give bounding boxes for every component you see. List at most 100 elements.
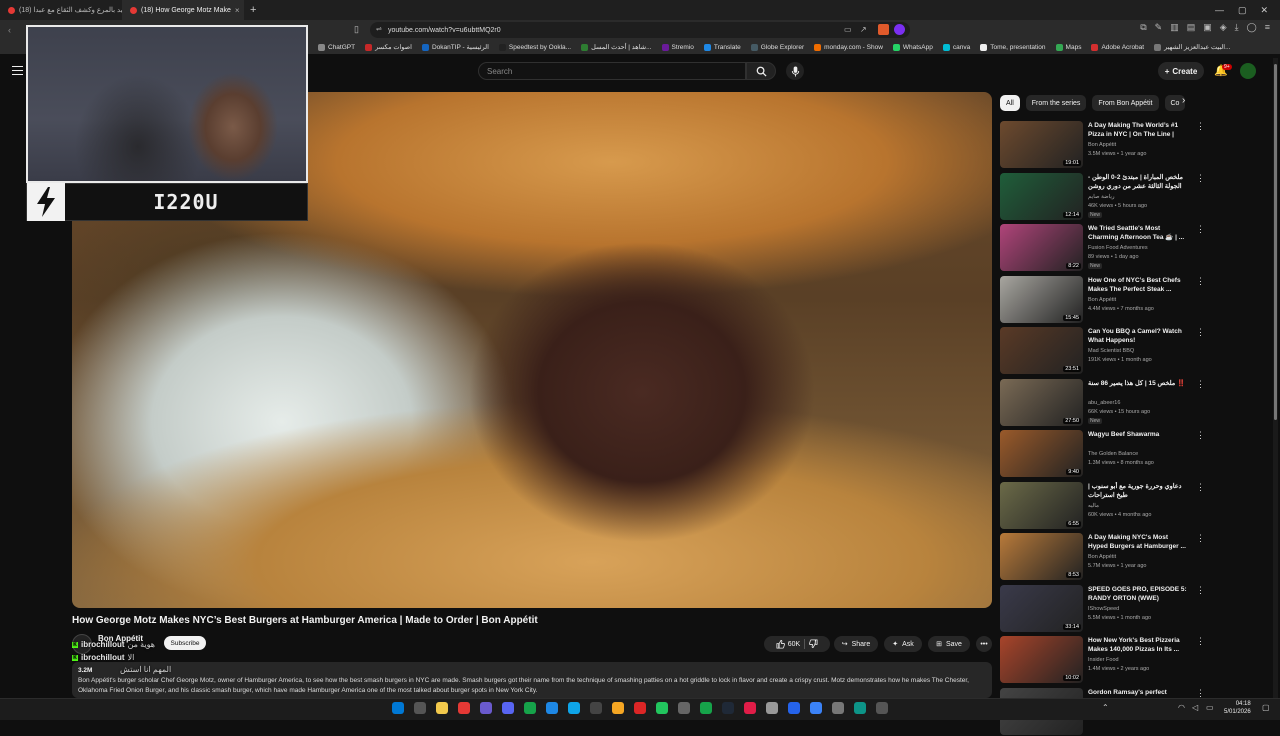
- browser-tab[interactable]: (18) حنيد بالمرع وكشف الثقاع مع عبدا...×: [0, 0, 122, 20]
- recommendation-channel[interactable]: abu_abeer16: [1088, 400, 1120, 406]
- video-description[interactable]: 3.2M Bon Appétit's burger scholar Chef G…: [72, 662, 992, 698]
- app-icon[interactable]: [722, 702, 734, 714]
- video-thumbnail[interactable]: 19:01: [1000, 121, 1083, 168]
- chip-from-series[interactable]: From the series: [1025, 95, 1087, 111]
- recommendation-title[interactable]: ملخص 15 | كل هذا يصير 86 سنة ‼️: [1088, 379, 1188, 388]
- more-actions-button[interactable]: •••: [976, 636, 992, 652]
- more-vertical-icon[interactable]: ⋮: [1196, 327, 1205, 338]
- search-button[interactable]: [746, 62, 776, 80]
- recommendation-channel[interactable]: ماليه: [1088, 503, 1099, 509]
- recommendation-channel[interactable]: The Golden Balance: [1088, 451, 1138, 457]
- more-vertical-icon[interactable]: ⋮: [1196, 430, 1205, 441]
- recommendation-item[interactable]: 9:40 Wagyu Beef Shawarma The Golden Balanc…: [1000, 430, 1205, 478]
- recommendation-item[interactable]: 15:45 How One of NYC’s Best Chefs Makes T…: [1000, 275, 1205, 324]
- app-icon[interactable]: [766, 702, 778, 714]
- bookmark-item[interactable]: شاهد | أحدث المسل...: [581, 43, 652, 51]
- recommendation-title[interactable]: A Day Making NYC's Most Hyped Burgers at…: [1088, 533, 1188, 551]
- video-thumbnail[interactable]: 12:14: [1000, 172, 1083, 220]
- app-icon[interactable]: [524, 702, 536, 714]
- menu-icon[interactable]: ≡: [1265, 22, 1270, 33]
- leo-icon[interactable]: ◈: [1220, 22, 1227, 33]
- recommendation-item[interactable]: 19:01 A Day Making The World’s #1 Pizza i…: [1000, 121, 1205, 169]
- recommendation-title[interactable]: How One of NYC’s Best Chefs Makes The Pe…: [1088, 276, 1188, 294]
- bookmark-icon[interactable]: ▯: [354, 24, 359, 35]
- create-button[interactable]: + Create: [1158, 62, 1204, 80]
- more-vertical-icon[interactable]: ⋮: [1196, 533, 1205, 544]
- more-vertical-icon[interactable]: ⋮: [1196, 636, 1205, 647]
- ask-button[interactable]: ✦ Ask: [884, 636, 922, 652]
- video-thumbnail[interactable]: 27:50: [1000, 378, 1083, 426]
- bookmark-item[interactable]: Maps: [1055, 43, 1081, 51]
- voice-search-button[interactable]: [786, 62, 804, 80]
- guide-menu-icon[interactable]: [12, 66, 23, 75]
- more-vertical-icon[interactable]: ⋮: [1196, 585, 1205, 596]
- recommendation-title[interactable]: A Day Making The World’s #1 Pizza in NYC…: [1088, 121, 1188, 140]
- video-thumbnail[interactable]: 33:14: [1000, 584, 1083, 632]
- video-thumbnail[interactable]: 15:45: [1000, 275, 1083, 323]
- close-tab-icon[interactable]: ×: [235, 6, 240, 15]
- tab-search-icon[interactable]: ▤: [1187, 22, 1196, 33]
- chrome-icon[interactable]: [744, 702, 756, 714]
- video-thumbnail[interactable]: 10:02: [1000, 636, 1083, 683]
- brave-rewards-icon[interactable]: [894, 24, 905, 35]
- address-bar[interactable]: youtube.com/watch?v=u6ubttMQ2r0: [370, 22, 910, 38]
- recommendation-channel[interactable]: Bon Appétit: [1088, 297, 1116, 303]
- share-page-icon[interactable]: ↗: [860, 25, 867, 34]
- taskbar-clock[interactable]: 04:18 5/01/2026: [1224, 700, 1251, 716]
- bookmark-item[interactable]: اصوات مكسر: [365, 43, 412, 51]
- bookmark-item[interactable]: monday.com - Show: [814, 43, 883, 51]
- search-icon[interactable]: [414, 702, 426, 714]
- dislike-button[interactable]: [809, 638, 818, 650]
- bookmark-item[interactable]: WhatsApp: [892, 43, 933, 51]
- recommendation-channel[interactable]: Fusion Food Adventures: [1088, 245, 1148, 251]
- sidebar-icon[interactable]: ▥: [1170, 22, 1179, 33]
- recommendation-item[interactable]: 10:02 How New York's Best Pizzeria Makes …: [1000, 636, 1205, 684]
- steam-icon[interactable]: [568, 702, 580, 714]
- scrollbar-thumb[interactable]: [1274, 64, 1277, 420]
- recommendation-title[interactable]: SPEED GOES PRO, EPISODE 5: RANDY ORTON (…: [1088, 585, 1188, 603]
- recommendation-item[interactable]: 27:50 ملخص 15 | كل هذا يصير 86 سنة ‼️ abu_…: [1000, 378, 1205, 427]
- video-thumbnail[interactable]: 6:55: [1000, 481, 1083, 529]
- recommendation-channel[interactable]: Bon Appétit: [1088, 554, 1116, 560]
- recommendation-channel[interactable]: Bon Appétit: [1088, 142, 1116, 148]
- recommendation-item[interactable]: 8:53 A Day Making NYC's Most Hyped Burger…: [1000, 533, 1205, 581]
- recommendation-item[interactable]: 33:14 SPEED GOES PRO, EPISODE 5: RANDY OR…: [1000, 584, 1205, 633]
- recommendation-channel[interactable]: رياضة صايم: [1088, 194, 1115, 200]
- bookmark-item[interactable]: canva: [942, 43, 970, 51]
- video-thumbnail[interactable]: 23:51: [1000, 327, 1083, 374]
- more-vertical-icon[interactable]: ⋮: [1196, 224, 1205, 235]
- recommendation-title[interactable]: دعاوي وحررة جورية مع أبو سنوب | طبخ استر…: [1088, 482, 1188, 500]
- profile-icon[interactable]: ◯: [1247, 22, 1257, 33]
- bookmark-item[interactable]: Globe Explorer: [750, 43, 804, 51]
- recommendation-channel[interactable]: IShowSpeed: [1088, 606, 1119, 612]
- recommendation-item[interactable]: 12:14 ملخص المباراة | مبتدئ 2-0 الوطن - ا…: [1000, 172, 1205, 221]
- more-vertical-icon[interactable]: ⋮: [1196, 276, 1205, 287]
- back-icon[interactable]: ‹: [8, 25, 11, 35]
- bookmark-item[interactable]: Stremio: [661, 43, 694, 51]
- wallet-icon[interactable]: ▣: [1203, 22, 1212, 33]
- chip-from-channel[interactable]: From Bon Appétit: [1092, 95, 1159, 111]
- account-avatar[interactable]: [1240, 63, 1256, 79]
- recommendation-title[interactable]: ملخص المباراة | مبتدئ 2-0 الوطن - الجولة…: [1088, 173, 1188, 191]
- settings-icon[interactable]: [854, 702, 866, 714]
- start-icon[interactable]: [392, 702, 404, 714]
- recommendation-item[interactable]: 6:55 دعاوي وحررة جورية مع أبو سنوب | طبخ …: [1000, 481, 1205, 530]
- chip-all[interactable]: All: [1000, 95, 1020, 111]
- app-icon[interactable]: [788, 702, 800, 714]
- pen-icon[interactable]: ✎: [1155, 22, 1163, 33]
- more-vertical-icon[interactable]: ⋮: [1196, 482, 1205, 493]
- recommendation-channel[interactable]: Mad Scientist BBQ: [1088, 348, 1134, 354]
- new-tab-icon[interactable]: +: [244, 4, 262, 16]
- bookmark-item[interactable]: البيت عبدالعزيز الشهير...: [1154, 43, 1231, 51]
- minimize-icon[interactable]: —: [1215, 5, 1224, 15]
- app-icon[interactable]: [810, 702, 822, 714]
- share-button[interactable]: ↪ Share: [834, 636, 878, 652]
- bookmark-item[interactable]: DokanTIP - الرئيسية: [421, 43, 489, 51]
- bookmark-item[interactable]: Adobe Acrobat: [1091, 43, 1144, 51]
- xbox-icon[interactable]: [656, 702, 668, 714]
- brave-shield-icon[interactable]: [878, 24, 889, 35]
- more-vertical-icon[interactable]: ⋮: [1196, 379, 1205, 390]
- video-thumbnail[interactable]: 9:40: [1000, 430, 1083, 477]
- subscribe-button[interactable]: Subscribe: [164, 636, 206, 650]
- recommendation-item[interactable]: 8:22 We Tried Seattle's Most Charming Aft…: [1000, 224, 1205, 272]
